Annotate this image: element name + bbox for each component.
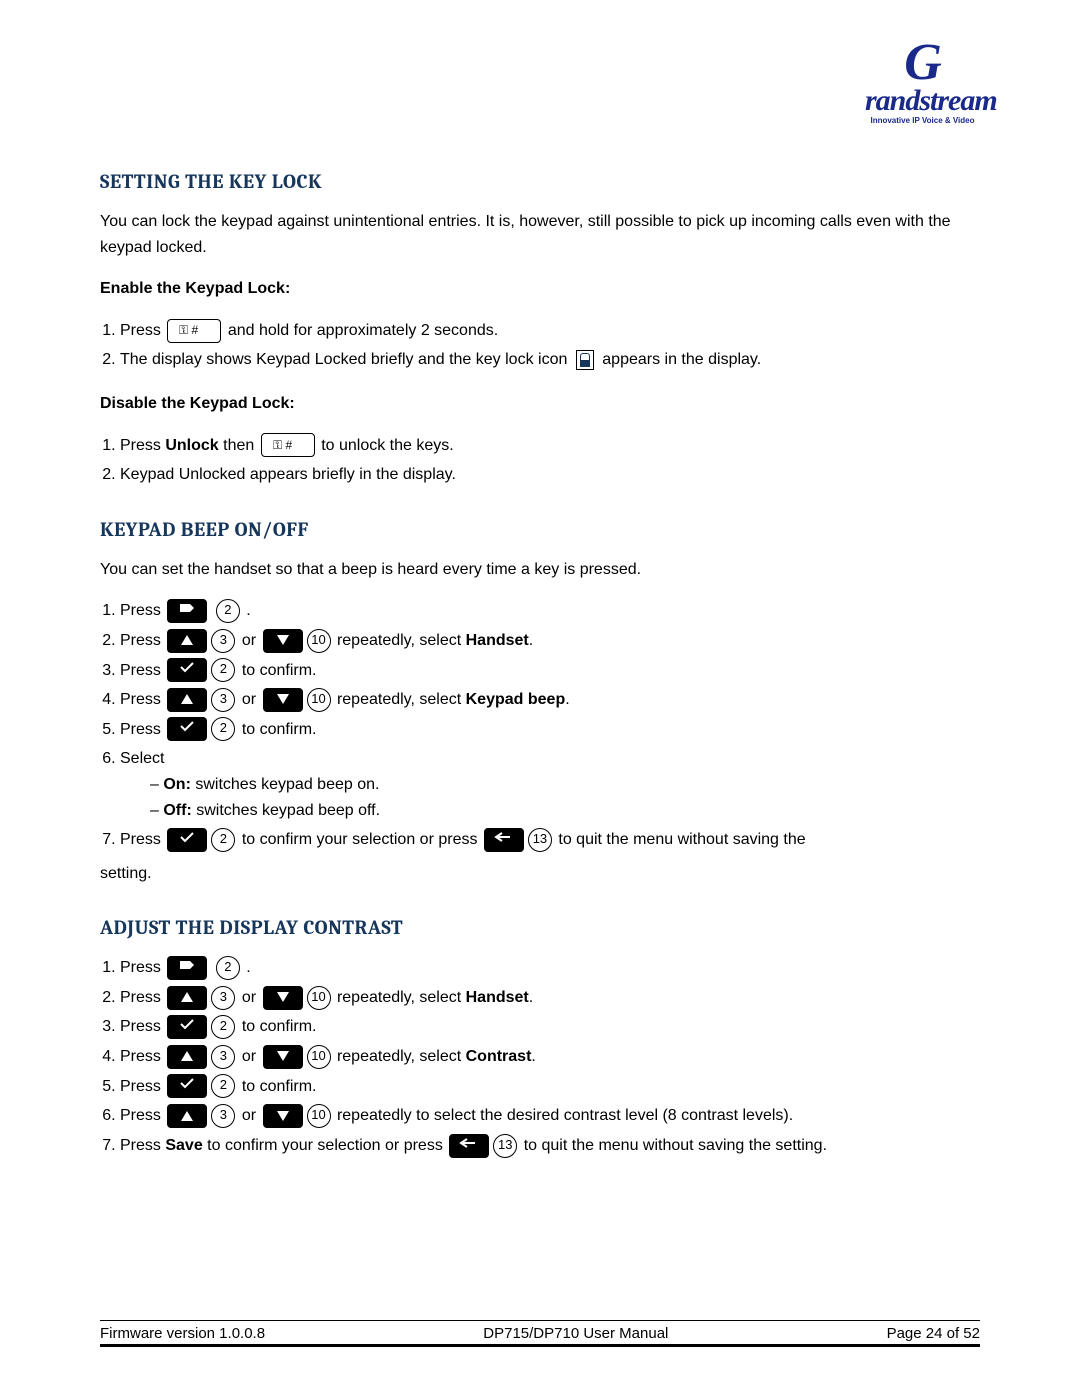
disable-steps: Press Unlock then ⚿ # to unlock the keys… — [100, 433, 980, 488]
list-item: Select – On: switches keypad beep on. – … — [120, 746, 980, 823]
list-item: Press 3 or 10 repeatedly, select Handset… — [120, 985, 980, 1011]
down-key-icon — [263, 688, 303, 712]
down-key-icon — [263, 629, 303, 653]
brand-logo: Grandstream Innovative IP Voice & Video — [865, 40, 980, 125]
heading-contrast: ADJUST THE DISPLAY CONTRAST — [100, 916, 980, 939]
brand-g: G — [904, 40, 941, 87]
list-item: Press 2 to confirm. — [120, 717, 980, 743]
key-num-icon: 13 — [493, 1134, 517, 1158]
key-num-icon: 13 — [528, 828, 552, 852]
key-num-icon: 3 — [211, 688, 235, 712]
back-key-icon — [484, 828, 524, 852]
beep-intro: You can set the handset so that a beep i… — [100, 557, 980, 583]
menu-key-icon — [167, 956, 207, 980]
list-item: Press 3 or 10 repeatedly to select the d… — [120, 1103, 980, 1129]
key-num-icon: 10 — [307, 1045, 331, 1069]
lock-icon — [576, 350, 594, 370]
down-key-icon — [263, 1045, 303, 1069]
menu-key-icon — [167, 599, 207, 623]
key-num-icon: 2 — [216, 956, 240, 980]
down-key-icon — [263, 1104, 303, 1128]
enable-steps: Press ⚿ # and hold for approximately 2 s… — [100, 318, 980, 373]
list-item: Press 3 or 10 repeatedly, select Handset… — [120, 628, 980, 654]
list-item: Press Unlock then ⚿ # to unlock the keys… — [120, 433, 980, 459]
up-key-icon — [167, 1045, 207, 1069]
page: Grandstream Innovative IP Voice & Video … — [0, 0, 1080, 1397]
check-key-icon — [167, 1074, 207, 1098]
sub-on: – On: switches keypad beep on. — [150, 772, 980, 798]
list-item: Press ⚿ # and hold for approximately 2 s… — [120, 318, 980, 344]
list-item: Press 2 to confirm. — [120, 658, 980, 684]
disable-label: Disable the Keypad Lock: — [100, 391, 980, 417]
key-num-icon: 3 — [211, 986, 235, 1010]
keylock-intro: You can lock the keypad against unintent… — [100, 209, 980, 260]
footer: Firmware version 1.0.0.8 DP715/DP710 Use… — [100, 1320, 980, 1347]
key-num-icon: 2 — [211, 1074, 235, 1098]
brand-rest: randstream — [865, 84, 997, 117]
list-item: Press 3 or 10 repeatedly, select Keypad … — [120, 687, 980, 713]
list-item: Keypad Unlocked appears briefly in the d… — [120, 462, 980, 488]
list-item: The display shows Keypad Locked briefly … — [120, 347, 980, 373]
enable-label: Enable the Keypad Lock: — [100, 276, 980, 302]
back-key-icon — [449, 1134, 489, 1158]
key-num-icon: 2 — [211, 717, 235, 741]
down-key-icon — [263, 986, 303, 1010]
check-key-icon — [167, 1015, 207, 1039]
beep-steps: Press 2 . Press 3 or 10 repeatedly, sele… — [100, 598, 980, 852]
check-key-icon — [167, 717, 207, 741]
key-num-icon: 10 — [307, 629, 331, 653]
key-num-icon: 3 — [211, 1104, 235, 1128]
brand-name: Grandstream — [865, 40, 980, 114]
sub-off: – Off: switches keypad beep off. — [150, 798, 980, 824]
contrast-steps: Press 2 . Press 3 or 10 repeatedly, sele… — [100, 955, 980, 1158]
key-num-icon: 2 — [216, 599, 240, 623]
key-num-icon: 3 — [211, 1045, 235, 1069]
list-item: Press 3 or 10 repeatedly, select Contras… — [120, 1044, 980, 1070]
content: SETTING THE KEY LOCK You can lock the ke… — [100, 170, 980, 1158]
list-item: Press 2 to confirm your selection or pre… — [120, 827, 980, 853]
list-item: Press 2 . — [120, 955, 980, 981]
beep-step7-cont: setting. — [100, 861, 980, 887]
list-item: Press Save to confirm your selection or … — [120, 1133, 980, 1159]
key-hash-icon: ⚿ # — [261, 433, 315, 457]
list-item: Press 2 . — [120, 598, 980, 624]
key-num-icon: 2 — [211, 828, 235, 852]
key-num-icon: 2 — [211, 1015, 235, 1039]
up-key-icon — [167, 688, 207, 712]
footer-right: Page 24 of 52 — [887, 1325, 980, 1342]
key-num-icon: 10 — [307, 986, 331, 1010]
up-key-icon — [167, 629, 207, 653]
up-key-icon — [167, 986, 207, 1010]
svg-text:⚿ #: ⚿ # — [179, 323, 198, 337]
list-item: Press 2 to confirm. — [120, 1074, 980, 1100]
key-num-icon: 3 — [211, 629, 235, 653]
brand-tagline: Innovative IP Voice & Video — [865, 116, 980, 125]
footer-left: Firmware version 1.0.0.8 — [100, 1325, 265, 1342]
check-key-icon — [167, 828, 207, 852]
list-item: Press 2 to confirm. — [120, 1014, 980, 1040]
key-num-icon: 2 — [211, 658, 235, 682]
key-num-icon: 10 — [307, 1104, 331, 1128]
check-key-icon — [167, 658, 207, 682]
footer-center: DP715/DP710 User Manual — [483, 1325, 668, 1342]
key-hash-icon: ⚿ # — [167, 319, 221, 343]
up-key-icon — [167, 1104, 207, 1128]
key-num-icon: 10 — [307, 688, 331, 712]
heading-keylock: SETTING THE KEY LOCK — [100, 170, 980, 193]
heading-beep: KEYPAD BEEP ON/OFF — [100, 518, 980, 541]
svg-text:⚿ #: ⚿ # — [273, 438, 292, 452]
